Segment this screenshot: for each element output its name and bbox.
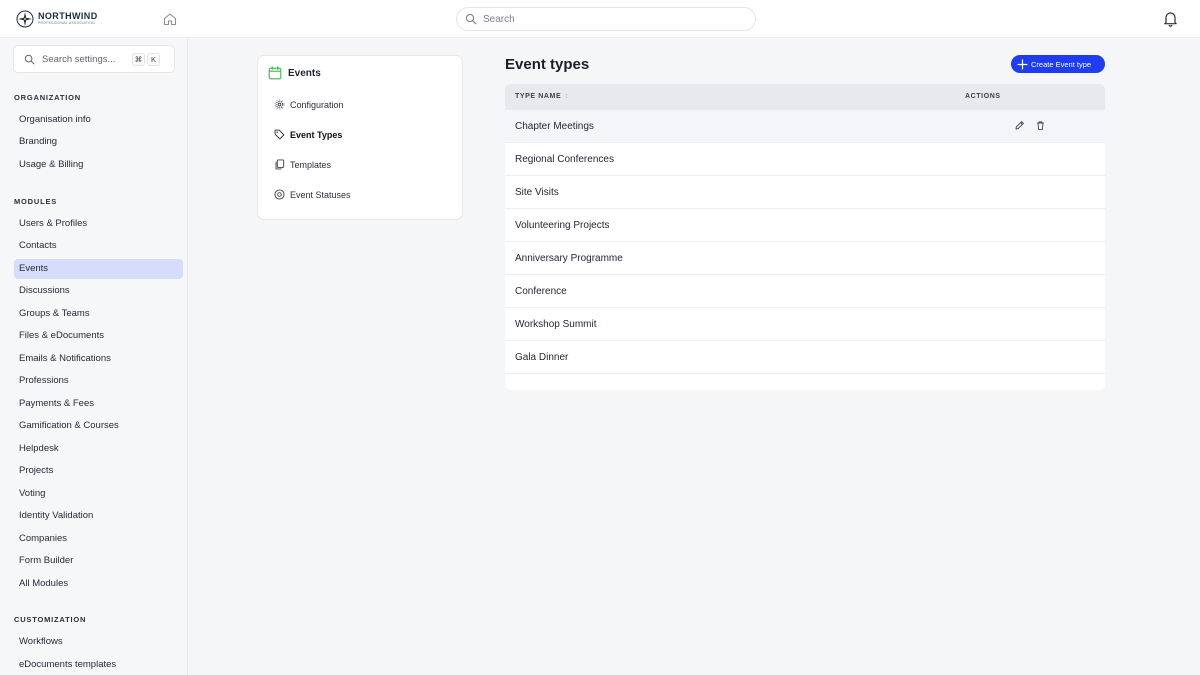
sidebar-item-all-modules[interactable]: All Modules [14,574,183,594]
submenu-item-event-statuses[interactable]: Event Statuses [274,189,351,200]
calendar-icon [268,66,282,80]
edit-pencil-icon[interactable] [1014,120,1025,131]
status-circle-icon [274,189,285,200]
submenu-item-event-types[interactable]: Event Types [274,129,342,140]
table-row[interactable]: Volunteering Projects [505,209,1105,242]
sort-indicator-icon[interactable]: ↕ [565,93,569,100]
section-title-customization: CUSTOMIZATION [14,615,87,624]
column-header-actions: ACTIONS [965,93,1001,100]
tag-icon [274,129,285,140]
compass-logo-icon [16,10,34,28]
sidebar-item-groups-teams[interactable]: Groups & Teams [14,304,183,324]
sidebar-item-companies[interactable]: Companies [14,529,183,549]
type-name-cell: Volunteering Projects [515,220,610,231]
sidebar-item-edocuments-templates[interactable]: eDocuments templates [14,655,183,675]
section-title-organization: ORGANIZATION [14,93,81,102]
brand-logo[interactable]: NORTHWIND PROFESSIONAL ASSOCIATION [16,10,98,28]
search-icon [465,13,477,25]
table-row[interactable]: Gala Dinner [505,341,1105,374]
sidebar-item-payments-fees[interactable]: Payments & Fees [14,394,183,414]
home-icon[interactable] [162,11,178,27]
table-header: TYPE NAME ↕ ACTIONS [505,84,1105,110]
sidebar-item-emails-notifications[interactable]: Emails & Notifications [14,349,183,369]
sidebar-item-branding[interactable]: Branding [14,132,183,152]
submenu-title: Events [288,67,321,79]
search-icon [24,54,35,64]
sidebar-item-identity-validation[interactable]: Identity Validation [14,506,183,526]
sidebar-item-usage-billing[interactable]: Usage & Billing [14,155,183,175]
sidebar-item-discussions[interactable]: Discussions [14,281,183,301]
table-row[interactable]: Conference [505,275,1105,308]
type-name-cell: Regional Conferences [515,154,614,165]
settings-search-box[interactable]: ⌘ K [13,45,175,73]
gear-icon [274,99,285,110]
type-name-cell: Workshop Summit [515,319,597,330]
column-header-type-name[interactable]: TYPE NAME [515,93,561,100]
table-row[interactable]: Chapter Meetings [505,110,1105,143]
global-search-box[interactable] [456,7,756,31]
sidebar-item-organisation-info[interactable]: Organisation info [14,110,183,130]
settings-search-input[interactable] [42,53,130,65]
sidebar-item-form-builder[interactable]: Form Builder [14,551,183,571]
sidebar-item-gamification-courses[interactable]: Gamification & Courses [14,416,183,436]
type-name-cell: Chapter Meetings [515,121,594,132]
sidebar-item-users-profiles[interactable]: Users & Profiles [14,214,183,234]
submenu-item-configuration[interactable]: Configuration [274,99,344,110]
shortcut-key-cmd: ⌘ [132,52,145,66]
sidebar-item-files-edocuments[interactable]: Files & eDocuments [14,326,183,346]
brand-name: NORTHWIND [38,11,98,22]
brand-tagline: PROFESSIONAL ASSOCIATION [38,21,96,26]
sidebar-item-projects[interactable]: Projects [14,461,183,481]
section-title-modules: MODULES [14,197,58,206]
table-row[interactable]: Site Visits [505,176,1105,209]
table-row[interactable]: Anniversary Programme [505,242,1105,275]
type-name-cell: Anniversary Programme [515,253,623,264]
type-name-cell: Gala Dinner [515,352,569,363]
page-title: Event types [505,56,590,73]
bell-icon[interactable] [1162,10,1179,27]
type-name-cell: Conference [515,286,567,297]
copy-icon [275,159,285,170]
submenu-header: Events [268,66,321,80]
sidebar-item-professions[interactable]: Professions [14,371,183,391]
sidebar-item-contacts[interactable]: Contacts [14,236,183,256]
plus-icon [1017,58,1028,70]
submenu-item-templates[interactable]: Templates [274,159,331,170]
type-name-cell: Site Visits [515,187,559,198]
sidebar-item-events[interactable]: Events [14,259,183,279]
event-types-table: TYPE NAME ↕ ACTIONS Chapter Meetings Reg… [505,84,1105,390]
create-button-label: Create Event type [1031,59,1092,69]
shortcut-key-k: K [147,52,160,66]
table-row[interactable]: Workshop Summit [505,308,1105,341]
create-event-type-button[interactable]: Create Event type [1011,55,1105,73]
sidebar-item-workflows[interactable]: Workflows [14,632,183,652]
top-bar: NORTHWIND PROFESSIONAL ASSOCIATION [0,0,1200,38]
global-search-input[interactable] [483,13,743,25]
table-row[interactable]: Regional Conferences [505,143,1105,176]
sidebar-item-helpdesk[interactable]: Helpdesk [14,439,183,459]
delete-trash-icon[interactable] [1035,120,1046,131]
events-submenu-card: Events Configuration Event Types Templat… [257,55,463,220]
settings-sidebar: ⌘ K ORGANIZATION Organisation info Brand… [0,38,188,675]
sidebar-item-voting[interactable]: Voting [14,484,183,504]
